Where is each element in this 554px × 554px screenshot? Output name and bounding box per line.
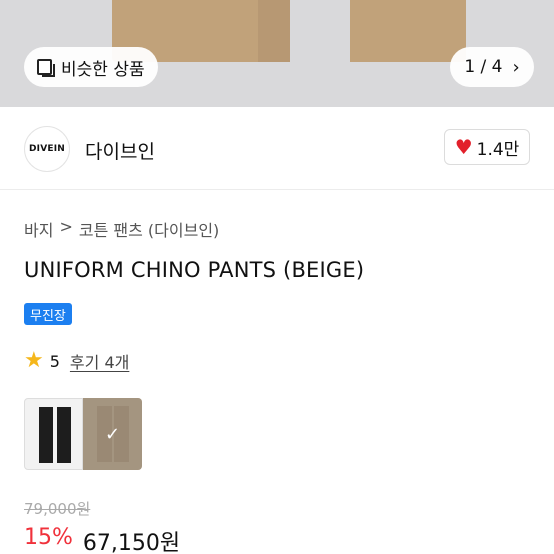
original-price: 79,000원 xyxy=(24,500,91,518)
color-option-black[interactable] xyxy=(24,398,83,470)
like-button[interactable]: ♥ 1.4만 xyxy=(444,129,530,165)
pants-image-right-leg xyxy=(350,0,466,62)
rating-value: 5 xyxy=(49,351,60,371)
product-image-gallery[interactable]: 비슷한 상품 1 / 4 › xyxy=(0,0,554,107)
image-pager-count: 1 / 4 xyxy=(464,57,503,77)
sale-price-row: 15% 67,150원 xyxy=(24,525,180,554)
brand-name[interactable]: 다이브인 xyxy=(85,137,155,164)
checkmark-icon: ✓ xyxy=(104,423,121,445)
breadcrumb-separator: > xyxy=(59,217,73,236)
star-icon: ★ xyxy=(24,348,44,373)
color-option-beige[interactable]: ✓ xyxy=(83,398,142,470)
similar-products-label: 비슷한 상품 xyxy=(61,59,145,80)
sale-price: 67,150원 xyxy=(82,531,181,554)
breadcrumb: 바지 > 코튼 팬츠 (다이브인) xyxy=(24,217,219,241)
breadcrumb-subcategory[interactable]: 코튼 팬츠 (다이브인) xyxy=(79,217,219,241)
product-title: UNIFORM CHINO PANTS (BEIGE) xyxy=(24,258,365,282)
similar-products-button[interactable]: 비슷한 상품 xyxy=(24,47,158,87)
rating-row: ★ 5 후기 4개 xyxy=(24,349,129,373)
like-count: 1.4만 xyxy=(476,139,520,160)
review-count-link[interactable]: 후기 4개 xyxy=(70,349,129,373)
pants-image-shadow xyxy=(258,0,290,62)
chevron-right-icon: › xyxy=(512,56,520,78)
delivery-badge: 무진장 xyxy=(24,303,72,325)
brand-row: DIVEIN 다이브인 ♥ 1.4만 xyxy=(0,108,554,190)
breadcrumb-category[interactable]: 바지 xyxy=(24,217,53,241)
discount-rate: 15% xyxy=(24,525,73,550)
image-pager-button[interactable]: 1 / 4 › xyxy=(450,47,534,87)
selected-overlay: ✓ xyxy=(83,398,142,470)
similar-items-icon xyxy=(37,59,55,77)
black-pants-left-leg xyxy=(39,407,53,463)
brand-logo[interactable]: DIVEIN xyxy=(24,126,70,172)
black-pants-right-leg xyxy=(57,407,71,463)
color-options: ✓ xyxy=(24,398,142,470)
heart-icon: ♥ xyxy=(454,135,473,159)
